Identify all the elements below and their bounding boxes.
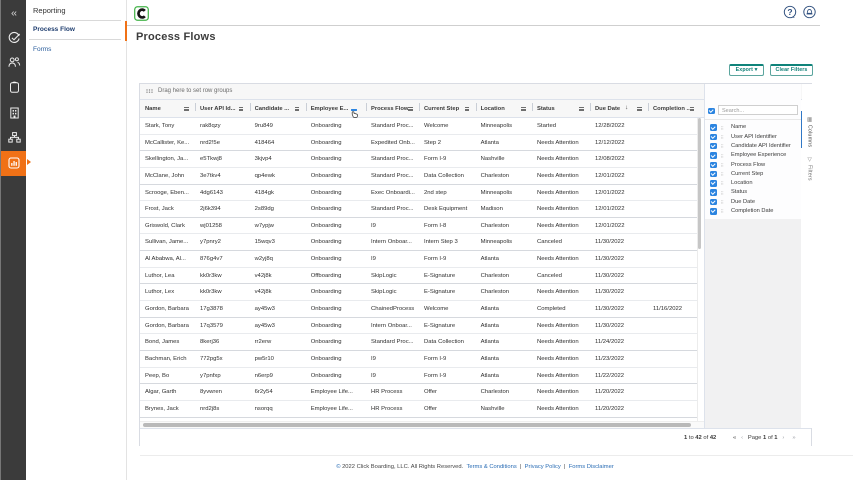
svg-text:?: ? [787,7,792,17]
